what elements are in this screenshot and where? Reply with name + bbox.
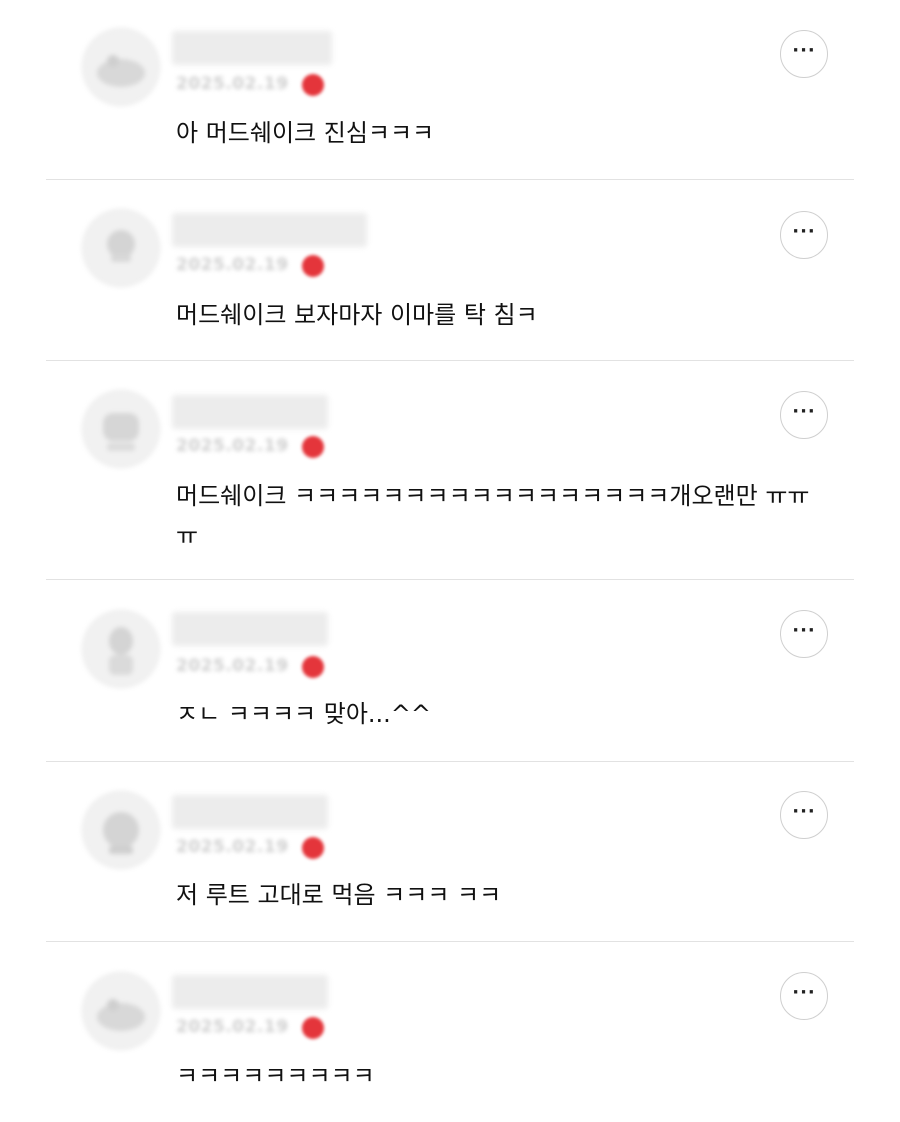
more-options-button[interactable]: ···	[780, 211, 828, 259]
more-options-button[interactable]: ···	[780, 391, 828, 439]
avatar[interactable]	[82, 28, 160, 106]
divider	[46, 579, 854, 580]
username-placeholder[interactable]	[172, 213, 367, 247]
avatar[interactable]	[82, 209, 160, 287]
comment-date: 2025.02.19	[176, 436, 289, 456]
username-placeholder[interactable]	[172, 975, 328, 1009]
avatar[interactable]	[82, 972, 160, 1050]
comment-text: 저 루트 고대로 먹음 ㅋㅋㅋ ㅋㅋ	[176, 881, 502, 909]
comment-date: 2025.02.19	[176, 255, 289, 275]
comment-text: 머드쉐이크 보자마자 이마를 탁 침ㅋ	[176, 301, 538, 329]
comment-text: ㅋㅋㅋㅋㅋㅋㅋㅋㅋ	[176, 1062, 375, 1090]
badge-icon	[302, 656, 324, 678]
username-placeholder[interactable]	[172, 395, 328, 429]
avatar[interactable]	[82, 390, 160, 468]
divider	[46, 360, 854, 361]
badge-icon	[302, 837, 324, 859]
username-placeholder[interactable]	[172, 795, 328, 829]
divider	[46, 761, 854, 762]
avatar[interactable]	[82, 610, 160, 688]
comment-date: 2025.02.19	[176, 837, 289, 857]
badge-icon	[302, 255, 324, 277]
badge-icon	[302, 436, 324, 458]
badge-icon	[302, 1017, 324, 1039]
comment-date: 2025.02.19	[176, 656, 289, 676]
comment-text: ㅈㄴ ㅋㅋㅋㅋ 맞아...^^	[176, 700, 432, 728]
more-options-button[interactable]: ···	[780, 610, 828, 658]
comment-date: 2025.02.19	[176, 74, 289, 94]
avatar[interactable]	[82, 791, 160, 869]
divider	[46, 179, 854, 180]
divider	[46, 941, 854, 942]
username-placeholder[interactable]	[172, 612, 328, 646]
badge-icon	[302, 74, 324, 96]
more-options-button[interactable]: ···	[780, 972, 828, 1020]
comment-text: 머드쉐이크 ㅋㅋㅋㅋㅋㅋㅋㅋㅋㅋㅋㅋㅋㅋㅋㅋㅋ개오랜만 ㅠㅠㅠ	[176, 482, 810, 550]
comment-text: 아 머드쉐이크 진심ㅋㅋㅋ	[176, 119, 435, 147]
more-options-button[interactable]: ···	[780, 791, 828, 839]
comment-date: 2025.02.19	[176, 1017, 289, 1037]
more-options-button[interactable]: ···	[780, 30, 828, 78]
username-placeholder[interactable]	[172, 31, 332, 65]
